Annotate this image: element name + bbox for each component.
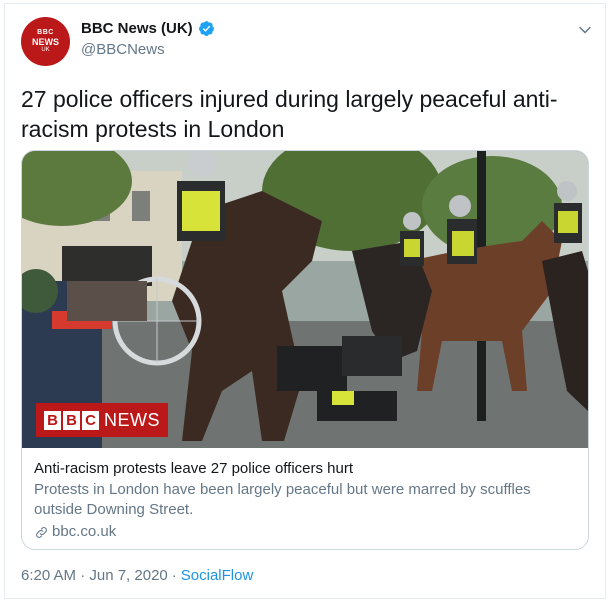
tweet-text: 27 police officers injured during largel… <box>21 86 558 142</box>
chevron-down-icon[interactable] <box>575 20 595 40</box>
bbc-block-letter: C <box>82 410 99 430</box>
bbc-news-word: NEWS <box>104 409 160 430</box>
avatar-line-1: BBC <box>37 29 54 36</box>
handle[interactable]: @BBCNews <box>81 41 165 58</box>
card-image[interactable]: B B C NEWS <box>22 151 588 448</box>
bbc-block-letter: B <box>63 410 80 430</box>
link-card[interactable]: B B C NEWS Anti-racism protests leave 27… <box>21 150 589 550</box>
card-domain[interactable]: bbc.co.uk <box>34 522 576 542</box>
link-icon <box>36 526 47 538</box>
tweet-meta: 6:20 AM · Jun 7, 2020 · SocialFlow <box>21 567 253 584</box>
card-description: Protests in London have been largely pea… <box>34 481 531 518</box>
verified-badge-icon <box>198 21 214 36</box>
avatar-line-2: NEWS <box>32 37 59 47</box>
display-name[interactable]: BBC News (UK) <box>81 20 193 37</box>
meta-separator: · <box>171 567 177 584</box>
timestamp[interactable]: 6:20 AM · Jun 7, 2020 <box>21 567 168 584</box>
author-name-row[interactable]: BBC News (UK) <box>81 20 215 37</box>
bbc-block-letter: B <box>44 410 61 430</box>
avatar[interactable]: BBC NEWS UK <box>21 17 70 66</box>
card-domain-text: bbc.co.uk <box>52 523 117 540</box>
tweet[interactable]: BBC NEWS UK BBC News (UK) @BBCNews 27 po… <box>4 3 606 599</box>
source-link[interactable]: SocialFlow <box>181 567 254 584</box>
card-title[interactable]: Anti-racism protests leave 27 police off… <box>34 459 576 479</box>
bbc-news-logo: B B C NEWS <box>36 403 168 437</box>
card-body[interactable]: Anti-racism protests leave 27 police off… <box>22 448 588 542</box>
avatar-line-3: UK <box>41 47 50 53</box>
